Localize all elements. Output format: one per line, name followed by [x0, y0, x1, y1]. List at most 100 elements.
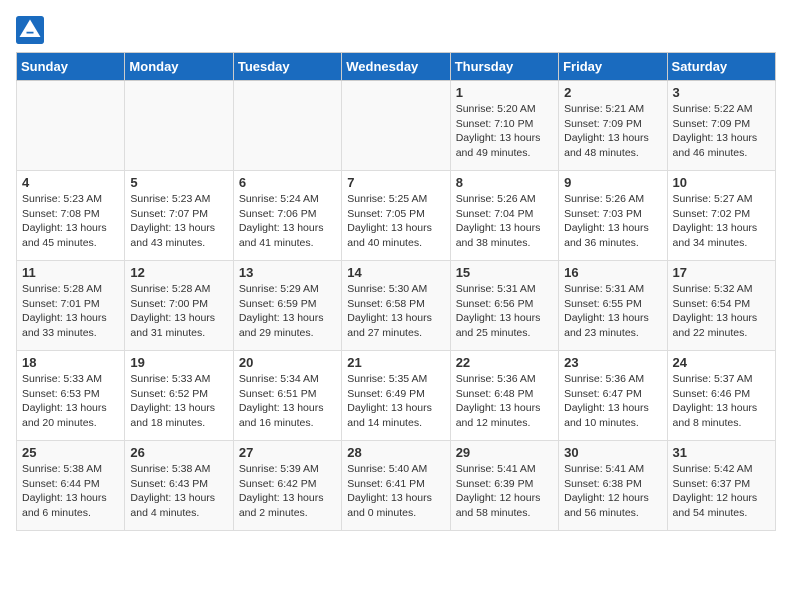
- calendar-cell: 26Sunrise: 5:38 AM Sunset: 6:43 PM Dayli…: [125, 441, 233, 531]
- day-number: 7: [347, 175, 444, 190]
- day-number: 27: [239, 445, 336, 460]
- calendar-week-4: 18 Sunrise: 5:33 AM Sunset: 6:53 PM Dayli…: [17, 351, 776, 441]
- calendar-cell: 14Sunrise: 5:30 AM Sunset: 6:58 PM Dayli…: [342, 261, 450, 351]
- calendar-cell: 21Sunrise: 5:35 AM Sunset: 6:49 PM Dayli…: [342, 351, 450, 441]
- day-info: Sunrise: 5:26 AM Sunset: 7:03 PM Dayligh…: [564, 192, 661, 251]
- day-info: Sunrise: 5:39 AM Sunset: 6:42 PM Dayligh…: [239, 462, 336, 521]
- header-day-tuesday: Tuesday: [233, 53, 341, 81]
- day-info: Sunrise: 5:33 AM Sunset: 6:53 PM Dayligh…: [22, 372, 119, 431]
- calendar-week-5: 25 Sunrise: 5:38 AM Sunset: 6:44 PM Dayli…: [17, 441, 776, 531]
- day-info: Sunrise: 5:31 AM Sunset: 6:55 PM Dayligh…: [564, 282, 661, 341]
- day-info: Sunrise: 5:22 AM Sunset: 7:09 PM Dayligh…: [673, 102, 770, 161]
- day-number: 30: [564, 445, 661, 460]
- calendar-cell: 31 Sunrise: 5:42 AM Sunset: 6:37 PM Dayli…: [667, 441, 775, 531]
- calendar-cell: [17, 81, 125, 171]
- day-info: Sunrise: 5:40 AM Sunset: 6:41 PM Dayligh…: [347, 462, 444, 521]
- day-info: Sunrise: 5:35 AM Sunset: 6:49 PM Dayligh…: [347, 372, 444, 431]
- day-number: 4: [22, 175, 119, 190]
- day-number: 6: [239, 175, 336, 190]
- calendar-cell: 20 Sunrise: 5:34 AM Sunset: 6:51 PM Dayli…: [233, 351, 341, 441]
- calendar-cell: 2 Sunrise: 5:21 AM Sunset: 7:09 PM Daylig…: [559, 81, 667, 171]
- calendar-cell: 27 Sunrise: 5:39 AM Sunset: 6:42 PM Dayli…: [233, 441, 341, 531]
- header-day-friday: Friday: [559, 53, 667, 81]
- day-number: 12: [130, 265, 227, 280]
- day-info: Sunrise: 5:32 AM Sunset: 6:54 PM Dayligh…: [673, 282, 770, 341]
- day-number: 16: [564, 265, 661, 280]
- day-number: 14: [347, 265, 444, 280]
- calendar-cell: 19 Sunrise: 5:33 AM Sunset: 6:52 PM Dayli…: [125, 351, 233, 441]
- calendar-cell: [342, 81, 450, 171]
- day-number: 26: [130, 445, 227, 460]
- logo-icon: [16, 16, 44, 44]
- calendar-cell: 28 Sunrise: 5:40 AM Sunset: 6:41 PM Dayli…: [342, 441, 450, 531]
- calendar-cell: 6 Sunrise: 5:24 AM Sunset: 7:06 PM Daylig…: [233, 171, 341, 261]
- day-number: 11: [22, 265, 119, 280]
- calendar-table: SundayMondayTuesdayWednesdayThursdayFrid…: [16, 52, 776, 531]
- day-number: 25: [22, 445, 119, 460]
- day-info: Sunrise: 5:28 AM Sunset: 7:01 PM Dayligh…: [22, 282, 119, 341]
- day-info: Sunrise: 5:20 AM Sunset: 7:10 PM Dayligh…: [456, 102, 553, 161]
- calendar-cell: 29 Sunrise: 5:41 AM Sunset: 6:39 PM Dayli…: [450, 441, 558, 531]
- day-number: 3: [673, 85, 770, 100]
- day-number: 24: [673, 355, 770, 370]
- day-info: Sunrise: 5:25 AM Sunset: 7:05 PM Dayligh…: [347, 192, 444, 251]
- day-info: Sunrise: 5:42 AM Sunset: 6:37 PM Dayligh…: [673, 462, 770, 521]
- calendar-cell: 25 Sunrise: 5:38 AM Sunset: 6:44 PM Dayli…: [17, 441, 125, 531]
- calendar-week-1: 1 Sunrise: 5:20 AM Sunset: 7:10 PM Daylig…: [17, 81, 776, 171]
- calendar-cell: [125, 81, 233, 171]
- day-number: 23: [564, 355, 661, 370]
- calendar-week-3: 11 Sunrise: 5:28 AM Sunset: 7:01 PM Dayli…: [17, 261, 776, 351]
- calendar-cell: 4 Sunrise: 5:23 AM Sunset: 7:08 PM Daylig…: [17, 171, 125, 261]
- day-number: 17: [673, 265, 770, 280]
- calendar-cell: 11 Sunrise: 5:28 AM Sunset: 7:01 PM Dayli…: [17, 261, 125, 351]
- calendar-cell: 23 Sunrise: 5:36 AM Sunset: 6:47 PM Dayli…: [559, 351, 667, 441]
- day-info: Sunrise: 5:41 AM Sunset: 6:39 PM Dayligh…: [456, 462, 553, 521]
- day-number: 5: [130, 175, 227, 190]
- day-number: 13: [239, 265, 336, 280]
- logo: [16, 16, 48, 44]
- day-number: 28: [347, 445, 444, 460]
- calendar-header-row: SundayMondayTuesdayWednesdayThursdayFrid…: [17, 53, 776, 81]
- calendar-cell: 3 Sunrise: 5:22 AM Sunset: 7:09 PM Daylig…: [667, 81, 775, 171]
- day-number: 31: [673, 445, 770, 460]
- day-info: Sunrise: 5:23 AM Sunset: 7:08 PM Dayligh…: [22, 192, 119, 251]
- day-info: Sunrise: 5:41 AM Sunset: 6:38 PM Dayligh…: [564, 462, 661, 521]
- day-info: Sunrise: 5:37 AM Sunset: 6:46 PM Dayligh…: [673, 372, 770, 431]
- day-info: Sunrise: 5:38 AM Sunset: 6:44 PM Dayligh…: [22, 462, 119, 521]
- day-info: Sunrise: 5:34 AM Sunset: 6:51 PM Dayligh…: [239, 372, 336, 431]
- calendar-cell: 18 Sunrise: 5:33 AM Sunset: 6:53 PM Dayli…: [17, 351, 125, 441]
- day-info: Sunrise: 5:33 AM Sunset: 6:52 PM Dayligh…: [130, 372, 227, 431]
- calendar-cell: 10 Sunrise: 5:27 AM Sunset: 7:02 PM Dayli…: [667, 171, 775, 261]
- day-info: Sunrise: 5:21 AM Sunset: 7:09 PM Dayligh…: [564, 102, 661, 161]
- calendar-cell: 15 Sunrise: 5:31 AM Sunset: 6:56 PM Dayli…: [450, 261, 558, 351]
- day-number: 2: [564, 85, 661, 100]
- day-number: 22: [456, 355, 553, 370]
- day-number: 1: [456, 85, 553, 100]
- day-info: Sunrise: 5:24 AM Sunset: 7:06 PM Dayligh…: [239, 192, 336, 251]
- header-day-saturday: Saturday: [667, 53, 775, 81]
- day-info: Sunrise: 5:23 AM Sunset: 7:07 PM Dayligh…: [130, 192, 227, 251]
- day-info: Sunrise: 5:27 AM Sunset: 7:02 PM Dayligh…: [673, 192, 770, 251]
- day-number: 18: [22, 355, 119, 370]
- day-number: 29: [456, 445, 553, 460]
- day-number: 15: [456, 265, 553, 280]
- calendar-cell: 7 Sunrise: 5:25 AM Sunset: 7:05 PM Daylig…: [342, 171, 450, 261]
- day-info: Sunrise: 5:36 AM Sunset: 6:47 PM Dayligh…: [564, 372, 661, 431]
- calendar-cell: 30 Sunrise: 5:41 AM Sunset: 6:38 PM Dayli…: [559, 441, 667, 531]
- calendar-week-2: 4 Sunrise: 5:23 AM Sunset: 7:08 PM Daylig…: [17, 171, 776, 261]
- day-number: 19: [130, 355, 227, 370]
- calendar-cell: 8 Sunrise: 5:26 AM Sunset: 7:04 PM Daylig…: [450, 171, 558, 261]
- day-info: Sunrise: 5:31 AM Sunset: 6:56 PM Dayligh…: [456, 282, 553, 341]
- header-day-sunday: Sunday: [17, 53, 125, 81]
- day-info: Sunrise: 5:36 AM Sunset: 6:48 PM Dayligh…: [456, 372, 553, 431]
- day-info: Sunrise: 5:26 AM Sunset: 7:04 PM Dayligh…: [456, 192, 553, 251]
- day-info: Sunrise: 5:29 AM Sunset: 6:59 PM Dayligh…: [239, 282, 336, 341]
- header-day-monday: Monday: [125, 53, 233, 81]
- calendar-cell: 22 Sunrise: 5:36 AM Sunset: 6:48 PM Dayli…: [450, 351, 558, 441]
- calendar-cell: 5 Sunrise: 5:23 AM Sunset: 7:07 PM Daylig…: [125, 171, 233, 261]
- calendar-cell: 12Sunrise: 5:28 AM Sunset: 7:00 PM Dayli…: [125, 261, 233, 351]
- day-number: 20: [239, 355, 336, 370]
- day-number: 10: [673, 175, 770, 190]
- calendar-cell: 24 Sunrise: 5:37 AM Sunset: 6:46 PM Dayli…: [667, 351, 775, 441]
- day-number: 8: [456, 175, 553, 190]
